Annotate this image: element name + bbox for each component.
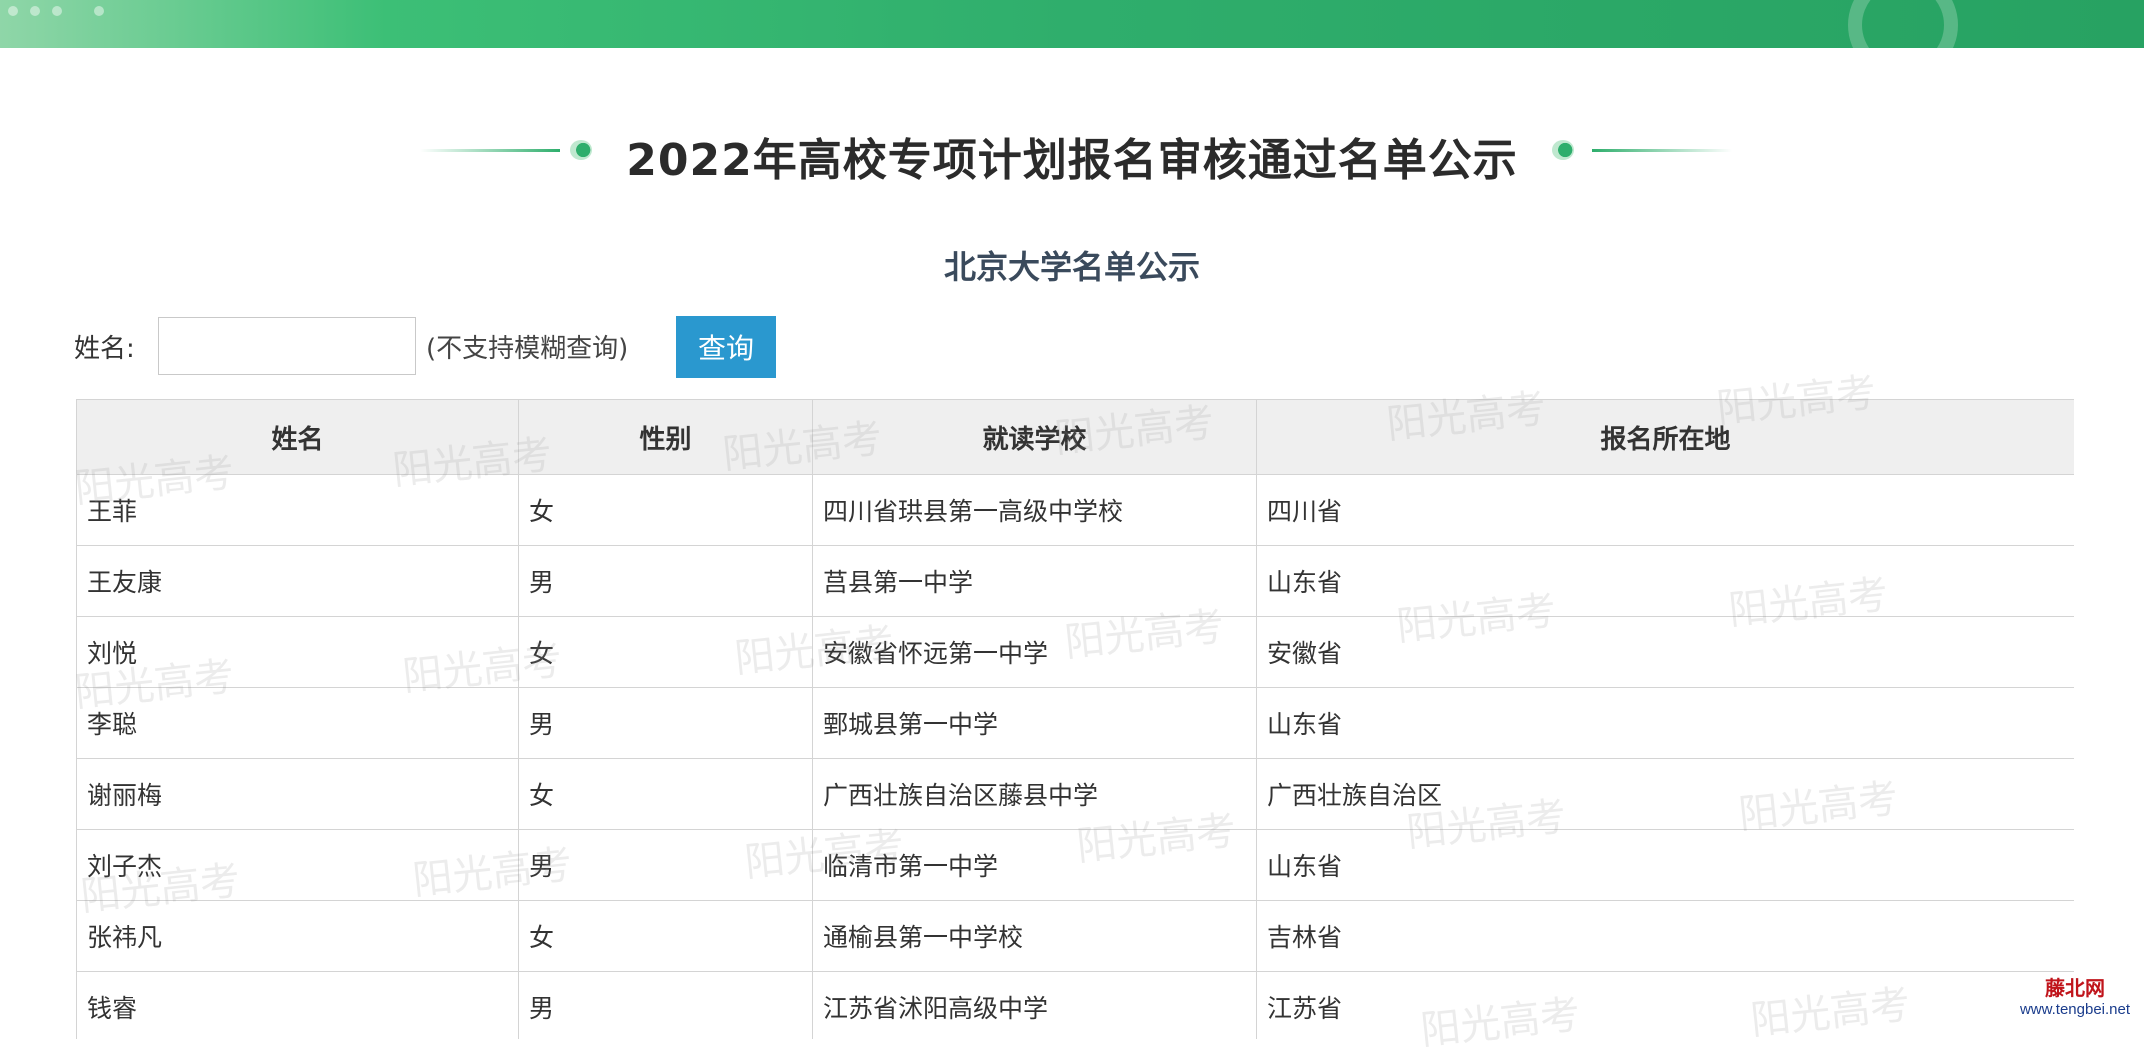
search-button[interactable]: 查询 — [676, 316, 776, 378]
site-logo-url: www.tengbei.net — [2019, 1001, 2131, 1018]
title-decoration-right — [1592, 149, 1732, 152]
site-logo: 藤北网 www.tengbei.net — [2010, 972, 2140, 1022]
results-table: 姓名 性别 就读学校 报名所在地 王菲 女 四川省珙县第一高级中学校 四川省 王… — [76, 399, 2074, 1039]
header-location: 报名所在地 — [1256, 399, 2074, 475]
cell-school: 江苏省沭阳高级中学 — [812, 971, 1257, 1039]
cell-name: 王菲 — [76, 474, 519, 546]
cell-name: 刘悦 — [76, 616, 519, 688]
title-dot-right — [1552, 140, 1574, 160]
cell-gender: 男 — [518, 687, 813, 759]
table-row: 李聪 男 鄄城县第一中学 山东省 — [76, 687, 2074, 759]
search-bar: 姓名: (不支持模糊查询) 查询 — [74, 316, 874, 378]
table-header-row: 姓名 性别 就读学校 报名所在地 — [76, 399, 2074, 475]
cell-gender: 女 — [518, 900, 813, 972]
cell-location: 山东省 — [1256, 545, 2074, 617]
table-row: 王菲 女 四川省珙县第一高级中学校 四川省 — [76, 474, 2074, 546]
cell-name: 钱睿 — [76, 971, 519, 1039]
cell-location: 安徽省 — [1256, 616, 2074, 688]
banner-ring-decoration — [1848, 0, 1958, 48]
cell-school: 广西壮族自治区藤县中学 — [812, 758, 1257, 830]
name-label: 姓名: — [74, 334, 135, 364]
cell-gender: 女 — [518, 474, 813, 546]
cell-name: 谢丽梅 — [76, 758, 519, 830]
table-row: 谢丽梅 女 广西壮族自治区藤县中学 广西壮族自治区 — [76, 758, 2074, 830]
table-row: 刘子杰 男 临清市第一中学 山东省 — [76, 829, 2074, 901]
cell-location: 江苏省 — [1256, 971, 2074, 1039]
cell-location: 吉林省 — [1256, 900, 2074, 972]
table-row: 张祎凡 女 通榆县第一中学校 吉林省 — [76, 900, 2074, 972]
cell-name: 刘子杰 — [76, 829, 519, 901]
name-search-input[interactable] — [158, 317, 416, 375]
cell-name: 王友康 — [76, 545, 519, 617]
cell-school: 莒县第一中学 — [812, 545, 1257, 617]
cell-school: 临清市第一中学 — [812, 829, 1257, 901]
cell-gender: 男 — [518, 829, 813, 901]
cell-school: 通榆县第一中学校 — [812, 900, 1257, 972]
table-row: 刘悦 女 安徽省怀远第一中学 安徽省 — [76, 616, 2074, 688]
cell-gender: 女 — [518, 758, 813, 830]
page-title-area: 2022年高校专项计划报名审核通过名单公示 — [0, 120, 2144, 186]
cell-gender: 男 — [518, 971, 813, 1039]
page-title: 2022年高校专项计划报名审核通过名单公示 — [626, 135, 1518, 186]
cell-location: 山东省 — [1256, 687, 2074, 759]
search-hint: (不支持模糊查询) — [426, 334, 629, 364]
cell-school: 安徽省怀远第一中学 — [812, 616, 1257, 688]
results-table-container: 姓名 性别 就读学校 报名所在地 王菲 女 四川省珙县第一高级中学校 四川省 王… — [76, 399, 2074, 1039]
header-gender: 性别 — [518, 399, 813, 475]
cell-name: 张祎凡 — [76, 900, 519, 972]
cell-school: 鄄城县第一中学 — [812, 687, 1257, 759]
table-row: 钱睿 男 江苏省沭阳高级中学 江苏省 — [76, 971, 2074, 1039]
site-logo-name: 藤北网 — [2045, 976, 2105, 1000]
cell-location: 四川省 — [1256, 474, 2074, 546]
top-banner — [0, 0, 2144, 48]
table-row: 王友康 男 莒县第一中学 山东省 — [76, 545, 2074, 617]
cell-school: 四川省珙县第一高级中学校 — [812, 474, 1257, 546]
header-name: 姓名 — [76, 399, 519, 475]
cell-gender: 男 — [518, 545, 813, 617]
header-school: 就读学校 — [812, 399, 1257, 475]
cell-name: 李聪 — [76, 687, 519, 759]
page-subtitle: 北京大学名单公示 — [943, 248, 1200, 286]
cell-location: 山东省 — [1256, 829, 2074, 901]
cell-location: 广西壮族自治区 — [1256, 758, 2074, 830]
cell-gender: 女 — [518, 616, 813, 688]
